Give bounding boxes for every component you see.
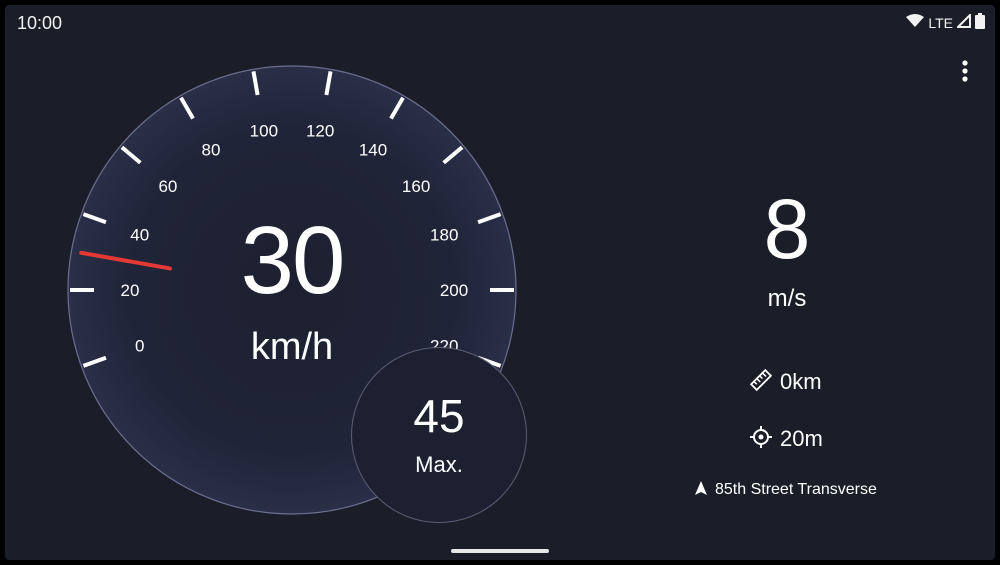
- gauge-tick-label: 80: [202, 141, 221, 160]
- accuracy-value: 20m: [780, 426, 823, 451]
- gauge-tick-label: 160: [402, 177, 430, 196]
- gauge-tick-label: 200: [440, 281, 468, 300]
- gesture-nav-handle[interactable]: [451, 549, 549, 553]
- navigation-arrow-icon: [695, 481, 707, 499]
- max-speed-value: 45: [413, 390, 465, 442]
- gauge-tick-label: 120: [306, 121, 334, 140]
- speed-ms-value: 8: [763, 182, 811, 276]
- max-speed-label: Max.: [415, 452, 463, 477]
- crosshair-icon: [750, 426, 772, 452]
- current-speed-value: 30: [240, 207, 346, 314]
- gauge-tick-label: 0: [135, 336, 144, 355]
- speed-unit-label: km/h: [250, 326, 334, 368]
- gauge-tick-label: 40: [130, 226, 149, 245]
- gauge-tick-label: 100: [250, 121, 278, 140]
- gauge-tick-label: 20: [121, 281, 140, 300]
- street-name: 85th Street Transverse: [715, 481, 877, 498]
- gauge-tick-label: 180: [430, 226, 458, 245]
- street-row: 85th Street Transverse: [695, 481, 877, 499]
- gauge-tick-label: 60: [158, 177, 177, 196]
- speed-ms-unit: m/s: [767, 285, 807, 312]
- ruler-icon: [749, 368, 773, 395]
- accuracy-row: 20m: [750, 426, 823, 452]
- speedometer-screen: 10:00 LTE 0 20 40 60 80 100 120 140 160 …: [5, 5, 995, 560]
- max-speed-badge[interactable]: 45 Max.: [351, 347, 527, 523]
- distance-value: 0km: [780, 369, 822, 394]
- gauge-tick-label: 140: [359, 141, 387, 160]
- distance-row: 0km: [749, 368, 822, 395]
